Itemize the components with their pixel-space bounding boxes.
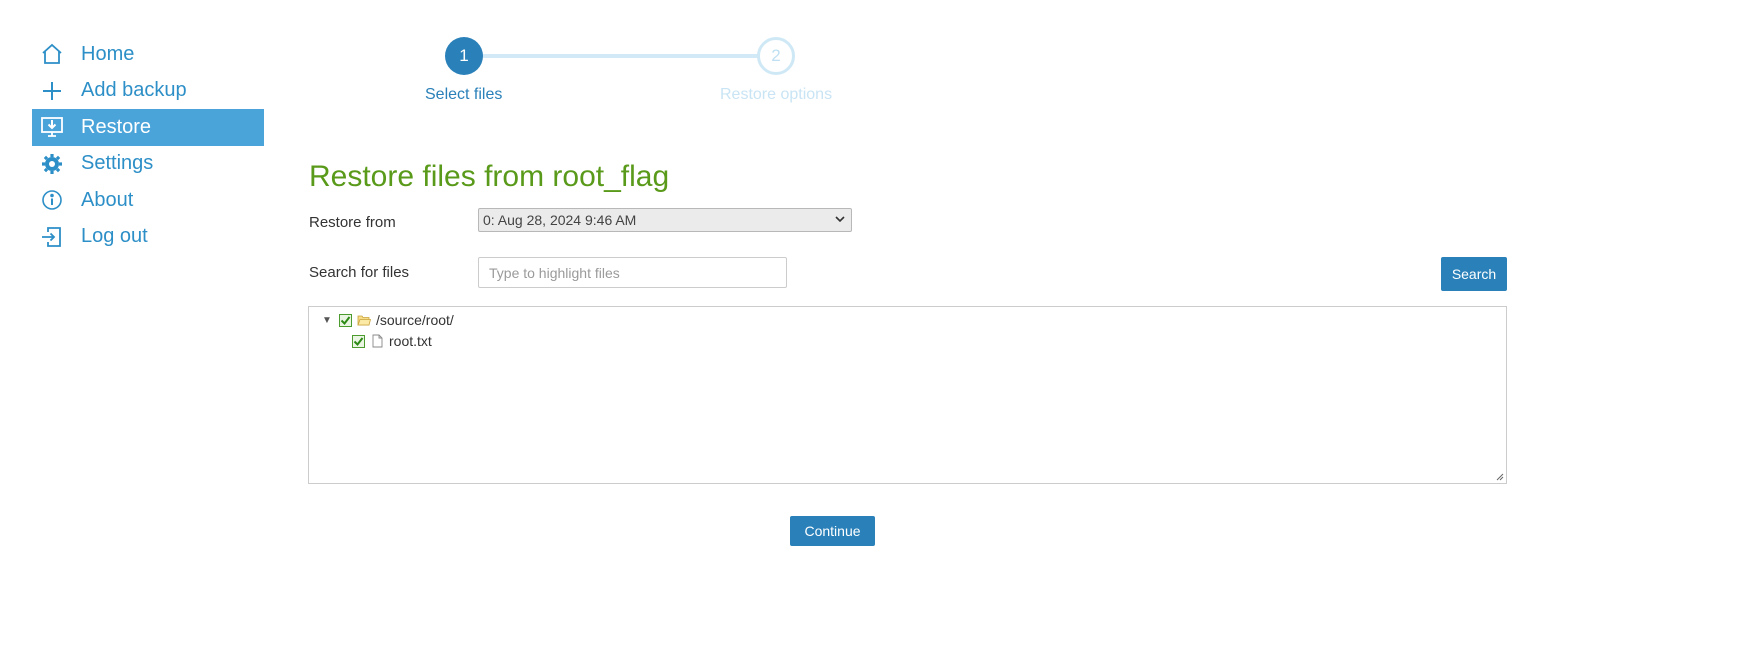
page-title: Restore files from root_flag xyxy=(309,160,670,193)
nav-item-label: Log out xyxy=(81,225,148,248)
nav-item-label: About xyxy=(81,188,134,211)
nav-item-label: Settings xyxy=(81,152,154,175)
plus-icon xyxy=(40,79,64,103)
chevron-down-icon xyxy=(835,214,845,226)
search-files-label: Search for files xyxy=(309,264,410,281)
wizard-stepper: 1 Select files 2 Restore options xyxy=(400,36,870,116)
file-checkbox[interactable] xyxy=(352,334,365,348)
nav-item-label: Restore xyxy=(81,115,152,138)
nav-item-settings[interactable]: Settings xyxy=(32,146,264,183)
continue-button[interactable]: Continue xyxy=(790,516,875,546)
folder-checkbox[interactable] xyxy=(339,313,352,327)
tree-node-folder[interactable]: ▼ /source/root/ xyxy=(321,310,454,330)
nav-item-label: Home xyxy=(81,42,135,65)
info-icon xyxy=(40,188,64,212)
search-input[interactable] xyxy=(478,257,787,288)
nav-item-restore[interactable]: Restore xyxy=(32,109,264,146)
nav-item-home[interactable]: Home xyxy=(32,36,264,73)
tree-node-label[interactable]: /source/root/ xyxy=(376,312,454,328)
tree-node-file[interactable]: root.txt xyxy=(352,331,432,351)
resize-grip-icon[interactable] xyxy=(1496,473,1504,481)
tree-node-label[interactable]: root.txt xyxy=(389,333,432,349)
file-icon xyxy=(370,334,384,348)
restore-from-select[interactable]: 0: Aug 28, 2024 9:46 AM xyxy=(478,208,852,232)
search-button[interactable]: Search xyxy=(1441,257,1507,291)
file-tree[interactable]: ▼ /source/root/ root.txt xyxy=(308,306,1507,484)
sidebar-nav: Home Add backup Restore Settings About L… xyxy=(32,36,264,255)
nav-item-add-backup[interactable]: Add backup xyxy=(32,73,264,110)
restore-from-label: Restore from xyxy=(309,214,396,231)
home-icon xyxy=(40,42,64,66)
nav-item-logout[interactable]: Log out xyxy=(32,219,264,256)
step-label: Restore options xyxy=(720,86,833,103)
nav-item-label: Add backup xyxy=(81,79,187,102)
step-label: Select files xyxy=(425,86,503,103)
nav-item-about[interactable]: About xyxy=(32,182,264,219)
folder-open-icon xyxy=(357,313,371,327)
expand-triangle-icon[interactable]: ▼ xyxy=(321,315,333,326)
step-number: 1 xyxy=(445,37,483,75)
restore-from-value: 0: Aug 28, 2024 9:46 AM xyxy=(483,212,637,228)
gear-icon xyxy=(40,152,64,176)
logout-icon xyxy=(40,225,64,249)
step-number: 2 xyxy=(757,37,795,75)
stepper-progress-line xyxy=(464,54,778,58)
restore-monitor-icon xyxy=(40,115,64,139)
